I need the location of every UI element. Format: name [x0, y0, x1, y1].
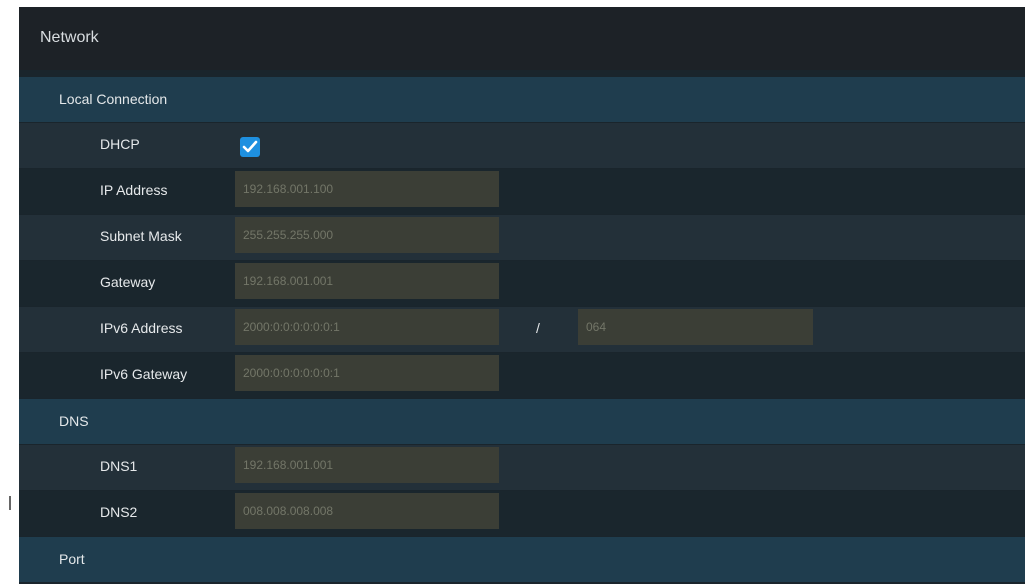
dns1-input[interactable]: [235, 447, 499, 483]
ipv6-gateway-label: IPv6 Gateway: [100, 366, 188, 382]
row-gateway: Gateway: [19, 261, 1025, 306]
section-title-dns: DNS: [59, 413, 89, 429]
section-port: Port: [19, 537, 1025, 582]
dns2-input[interactable]: [235, 493, 499, 529]
row-subnet-mask: Subnet Mask: [19, 215, 1025, 260]
prefix-separator: /: [536, 320, 540, 336]
row-ipv6-address: IPv6 Address /: [19, 307, 1025, 352]
section-title-port: Port: [59, 551, 85, 567]
gateway-input[interactable]: [235, 263, 499, 299]
row-dns1: DNS1: [19, 445, 1025, 490]
dns1-label: DNS1: [100, 458, 138, 474]
row-dns2: DNS2: [19, 491, 1025, 536]
subnet-mask-input[interactable]: [235, 217, 499, 253]
subnet-mask-label: Subnet Mask: [100, 228, 182, 244]
ipv6-prefix-input[interactable]: [578, 309, 813, 345]
dhcp-checkbox[interactable]: [240, 137, 260, 157]
ipv6-address-input[interactable]: [235, 309, 499, 345]
ip-address-input[interactable]: [235, 171, 499, 207]
checkmark-icon: [242, 140, 258, 153]
dns2-label: DNS2: [100, 504, 138, 520]
ipv6-address-label: IPv6 Address: [100, 320, 183, 336]
section-title-local-connection: Local Connection: [59, 91, 168, 107]
section-dns: DNS: [19, 399, 1025, 444]
dhcp-label: DHCP: [100, 136, 140, 152]
ipv6-gateway-input[interactable]: [235, 355, 499, 391]
network-settings-panel: Network Local Connection DHCP IP Address…: [19, 7, 1025, 584]
title-bar: Network: [19, 7, 1025, 70]
section-local-connection: Local Connection: [19, 77, 1025, 122]
gateway-label: Gateway: [100, 274, 156, 290]
row-dhcp: DHCP: [19, 123, 1025, 168]
window-edge-mark: [9, 496, 11, 510]
page-title: Network: [40, 29, 99, 46]
row-ip-address: IP Address: [19, 169, 1025, 214]
row-ipv6-gateway: IPv6 Gateway: [19, 353, 1025, 398]
ip-address-label: IP Address: [100, 182, 168, 198]
